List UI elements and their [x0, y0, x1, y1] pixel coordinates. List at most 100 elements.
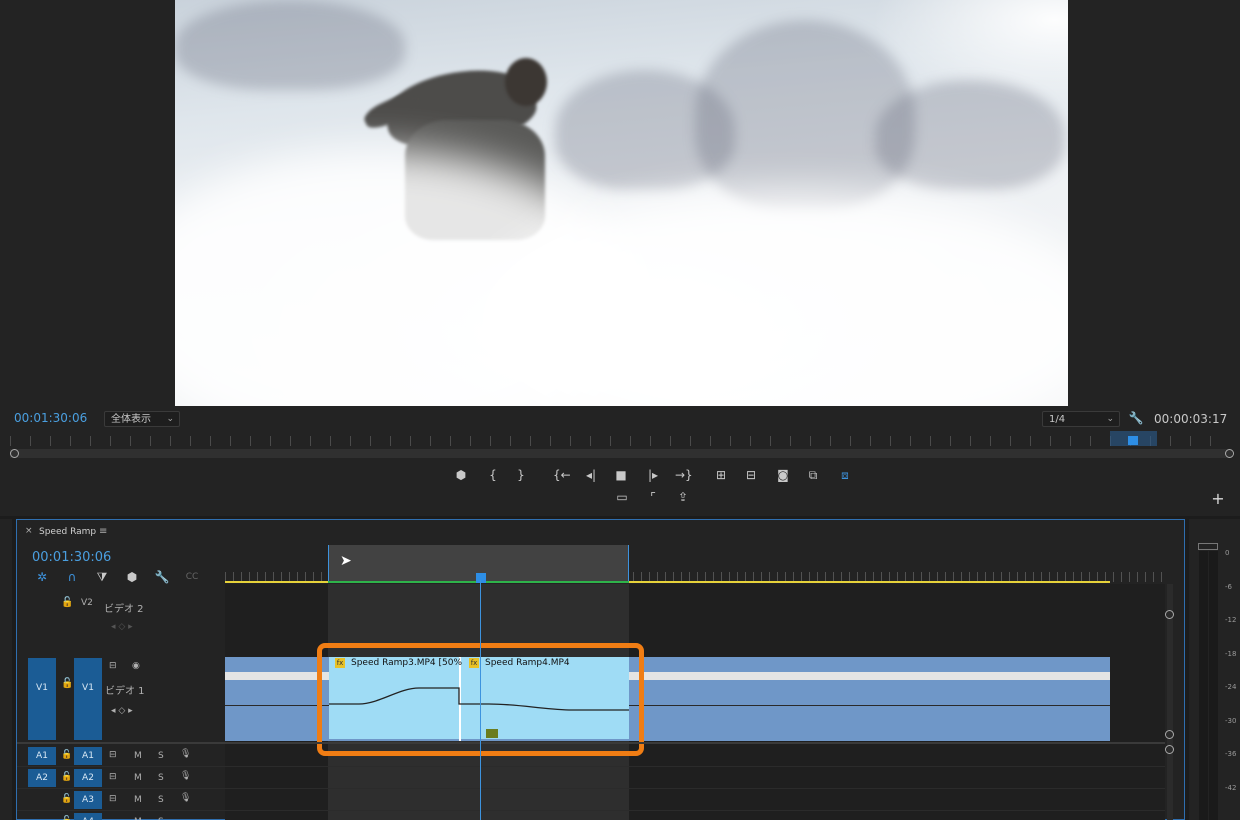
lock-icon[interactable]: 🔓 — [61, 794, 72, 804]
lock-icon[interactable]: 🔓 — [61, 772, 72, 782]
wrench-icon[interactable]: 🔧 — [154, 569, 170, 585]
playback-resolution-dropdown[interactable]: 1/4 ⌄ — [1042, 411, 1120, 427]
meter-bar-right — [1209, 551, 1218, 820]
source-patch-a1[interactable]: A1 — [28, 747, 56, 765]
mute-button[interactable]: M — [134, 773, 142, 783]
meter-tick-label: -36 — [1225, 750, 1237, 758]
linked-selection-icon[interactable]: ⧩ — [94, 569, 110, 585]
scroll-handle-top[interactable] — [1165, 610, 1174, 619]
source-patch-v1[interactable]: V1 — [28, 658, 56, 740]
zoom-level-dropdown[interactable]: 全体表示 ⌄ — [104, 411, 180, 427]
chevron-down-icon: ⌄ — [1106, 414, 1114, 424]
audio-meter-panel: 0 -6 -12 -18 -24 -30 -36 -42 — [1189, 519, 1240, 820]
meter-tick-label: -18 — [1225, 649, 1237, 658]
prev-keyframe-icon[interactable]: ◂ ◇ ▸ — [111, 622, 133, 632]
nest-icon[interactable]: ✲ — [34, 569, 50, 585]
lock-icon[interactable]: 🔓 — [61, 816, 72, 820]
snap-icon[interactable]: ∩ — [64, 569, 80, 585]
sync-lock-icon[interactable]: ⊟ — [109, 750, 117, 760]
lock-icon[interactable]: 🔓 — [61, 678, 73, 689]
timeline-panel: × Speed Ramp ≡ 00:01:30:06 ✲ ∩ ⧩ ⬢ 🔧 CC … — [16, 519, 1185, 820]
sync-lock-icon[interactable]: ⊟ — [109, 661, 117, 671]
track-target-a3[interactable]: A3 — [74, 791, 102, 809]
scroll-handle-bottom[interactable] — [1165, 730, 1174, 739]
microphone-icon[interactable]: 🎙 — [180, 793, 191, 803]
tab-close[interactable]: × — [25, 526, 33, 536]
tree-line — [875, 80, 1065, 190]
step-back-icon[interactable]: ◂| — [583, 467, 599, 483]
step-forward-icon[interactable]: |▸ — [645, 467, 661, 483]
captions-icon[interactable]: CC — [184, 569, 200, 585]
zoom-level-value: 全体表示 — [111, 414, 151, 425]
track-target-a4[interactable]: A4 — [74, 813, 102, 820]
meter-tick-label: -30 — [1225, 716, 1237, 725]
video-frame — [175, 0, 1068, 406]
rider-head — [505, 58, 547, 106]
mute-button[interactable]: M — [134, 751, 142, 761]
go-to-out-icon[interactable]: →} — [675, 467, 693, 483]
zoom-handle-right[interactable] — [1225, 449, 1234, 458]
program-monitor: 00:01:30:06 全体表示 ⌄ 1/4 ⌄ 🔧 00:00:03:17 ⬢… — [0, 0, 1240, 516]
solo-button[interactable]: S — [158, 773, 164, 783]
time-ruler[interactable] — [10, 436, 1230, 446]
export-icon[interactable]: ⇪ — [675, 489, 691, 505]
marker-icon[interactable]: ⬢ — [453, 467, 469, 483]
audio-track-row: 🔓 A3 ⊟ M S 🎙 — [17, 789, 1165, 811]
mute-button[interactable]: M — [134, 795, 142, 805]
sync-lock-icon[interactable]: ⊟ — [109, 794, 117, 804]
source-patch-a2[interactable]: A2 — [28, 769, 56, 787]
sequence-tab-title[interactable]: Speed Ramp — [39, 527, 96, 537]
chevron-down-icon: ⌄ — [166, 414, 174, 424]
audio-scroll-handle[interactable] — [1165, 745, 1174, 754]
meter-tick-label: -24 — [1225, 683, 1237, 691]
safe-margins-icon[interactable]: ▭ — [614, 489, 630, 505]
meter-tick-label: -42 — [1225, 783, 1237, 792]
eye-icon[interactable]: ◉ — [132, 661, 140, 671]
meter-solo-buttons[interactable] — [1198, 543, 1218, 550]
audio-track-row: A1 🔓 A1 ⊟ M S 🎙 — [17, 745, 1165, 767]
meter-bar-left — [1199, 551, 1208, 820]
stop-icon[interactable]: ■ — [613, 467, 629, 483]
lock-icon[interactable]: 🔓 — [61, 597, 73, 608]
solo-button[interactable]: S — [158, 795, 164, 805]
microphone-icon[interactable]: 🎙 — [180, 771, 191, 781]
zoom-handle-left[interactable] — [10, 449, 19, 458]
playhead-line[interactable] — [480, 580, 481, 820]
track-name-v1: ビデオ 1 — [105, 686, 145, 697]
playhead-timecode[interactable]: 00:01:30:06 — [14, 411, 87, 425]
sync-lock-icon[interactable]: ⊟ — [109, 772, 117, 782]
wrench-icon[interactable]: 🔧 — [1128, 410, 1144, 426]
playback-resolution-value: 1/4 — [1049, 414, 1066, 425]
camera-icon[interactable]: ◙ — [775, 467, 791, 483]
solo-button[interactable]: S — [158, 751, 164, 761]
track-target-v1[interactable]: V1 — [74, 658, 102, 740]
tools-panel — [0, 519, 12, 820]
track-label-v2[interactable]: V2 — [81, 598, 93, 608]
mark-in-icon[interactable]: { — [485, 467, 501, 483]
mark-out-icon[interactable]: } — [513, 467, 529, 483]
playhead-handle[interactable] — [476, 573, 486, 583]
playhead-handle[interactable] — [1128, 436, 1138, 445]
tree-line — [175, 0, 405, 90]
vertical-scrollbar[interactable] — [1167, 584, 1173, 820]
keyframe-nav-icon[interactable]: ◂ ◇ ▸ — [111, 706, 133, 716]
meter-tick-label: -6 — [1225, 582, 1232, 591]
go-to-in-icon[interactable]: {← — [553, 467, 571, 483]
track-name-v2: ビデオ 2 — [104, 604, 144, 615]
zoom-scrollbar[interactable] — [10, 449, 1232, 458]
lift-icon[interactable]: ⊞ — [713, 467, 729, 483]
tab-menu-icon[interactable]: ≡ — [99, 526, 107, 537]
video-audio-divider[interactable] — [17, 742, 1165, 744]
microphone-icon[interactable]: 🎙 — [180, 749, 191, 759]
track-target-a1[interactable]: A1 — [74, 747, 102, 765]
add-marker-icon[interactable]: ⬢ — [124, 569, 140, 585]
audio-track-row: A2 🔓 A2 ⊟ M S 🎙 — [17, 767, 1165, 789]
sequence-timecode[interactable]: 00:01:30:06 — [32, 550, 111, 565]
comparison-view-icon[interactable]: ⧉ — [805, 467, 821, 483]
extract-icon[interactable]: ⊟ — [743, 467, 759, 483]
lock-icon[interactable]: 🔓 — [61, 750, 72, 760]
track-target-a2[interactable]: A2 — [74, 769, 102, 787]
multicam-icon[interactable]: ⧈ — [837, 467, 853, 483]
proxy-icon[interactable]: ⌜ — [645, 489, 661, 505]
plus-icon[interactable]: + — [1210, 491, 1226, 507]
